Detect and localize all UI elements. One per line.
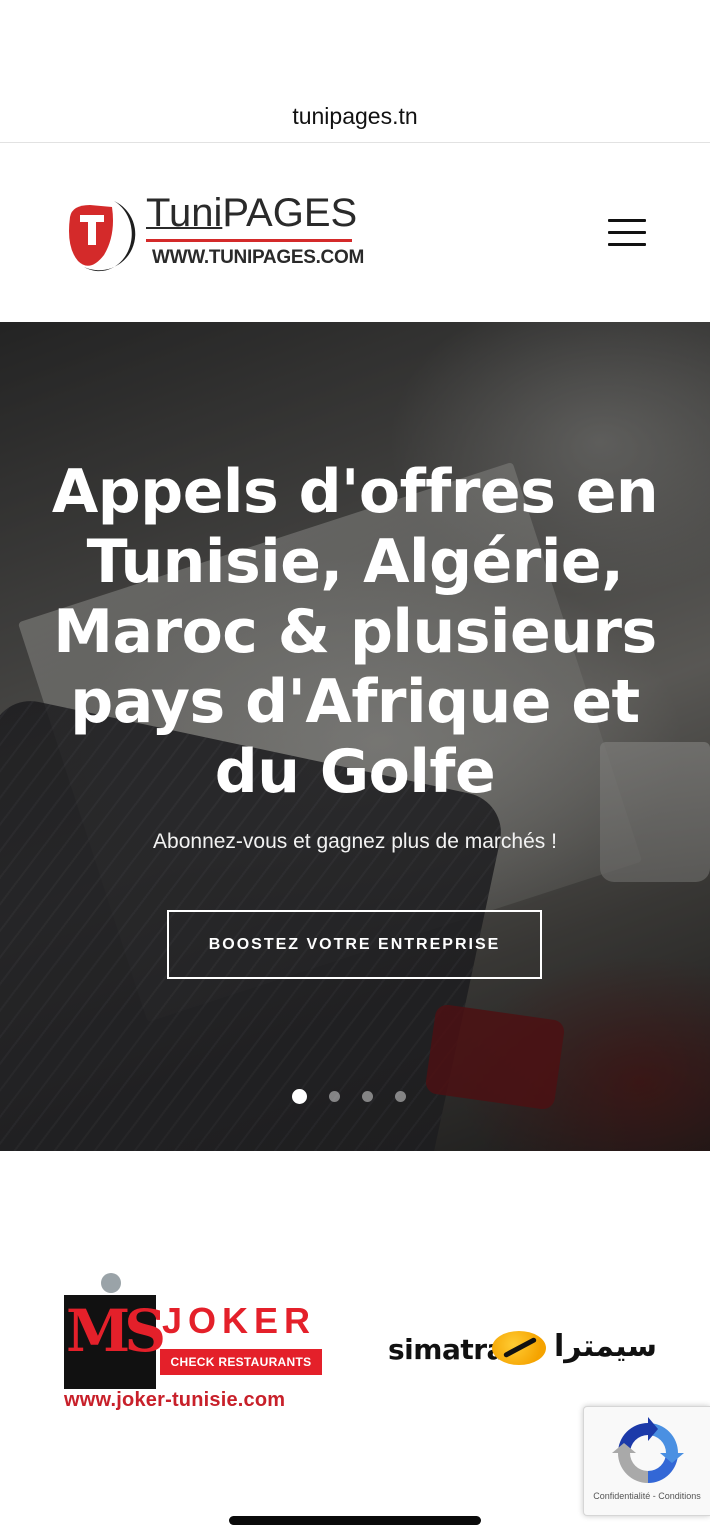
site-header: TuniPAGES WWW.TUNIPAGES.COM xyxy=(0,144,710,322)
hero-title: Appels d'offres en Tunisie, Algérie, Mar… xyxy=(51,457,659,807)
browser-url-bar[interactable]: tunipages.tn xyxy=(0,0,710,143)
joker-mark: MS xyxy=(66,1297,166,1365)
recaptcha-icon xyxy=(612,1417,684,1483)
tunipages-logo[interactable]: TuniPAGES WWW.TUNIPAGES.COM xyxy=(64,191,364,275)
recaptcha-badge[interactable]: Confidentialité - Conditions xyxy=(583,1406,710,1516)
hero-slider: Appels d'offres en Tunisie, Algérie, Mar… xyxy=(0,322,710,1151)
hamburger-icon[interactable] xyxy=(608,219,646,247)
boost-business-button[interactable]: BOOSTEZ VOTRE ENTREPRISE xyxy=(167,910,542,979)
logo-website: WWW.TUNIPAGES.COM xyxy=(152,247,364,268)
url-text[interactable]: tunipages.tn xyxy=(0,103,710,130)
simatra-arabic-name: سيمترا xyxy=(554,1329,658,1364)
simatra-partner-logo[interactable]: simatra سيمترا xyxy=(388,1329,657,1373)
joker-name: JOKER xyxy=(162,1300,317,1341)
logo-word-tuni: Tuni xyxy=(146,191,223,235)
joker-dot-icon xyxy=(101,1273,121,1293)
joker-partner-logo[interactable]: MS JOKER CHECK RESTAURANTS www.joker-tun… xyxy=(64,1271,326,1417)
logo-word-pages: PAGES xyxy=(222,191,358,235)
recaptcha-links[interactable]: Confidentialité - Conditions xyxy=(584,1491,710,1501)
simatra-latin-name: simatra xyxy=(388,1333,505,1366)
slider-dot-2[interactable] xyxy=(329,1090,340,1102)
slider-dot-4[interactable] xyxy=(395,1090,406,1102)
joker-url: www.joker-tunisie.com xyxy=(64,1389,286,1411)
home-indicator[interactable] xyxy=(229,1516,481,1525)
hero-subtitle: Abonnez-vous et gagnez plus de marchés ! xyxy=(153,830,557,853)
slider-dot-1[interactable] xyxy=(292,1088,307,1104)
logo-wordmark: TuniPAGES xyxy=(146,191,357,235)
joker-tagline: CHECK RESTAURANTS xyxy=(160,1349,322,1375)
slider-pagination xyxy=(292,1088,406,1104)
tunipages-logo-mark-icon xyxy=(69,201,136,272)
simatra-road-icon xyxy=(492,1331,546,1365)
logo-red-rule xyxy=(146,239,352,242)
slider-dot-3[interactable] xyxy=(362,1090,373,1102)
